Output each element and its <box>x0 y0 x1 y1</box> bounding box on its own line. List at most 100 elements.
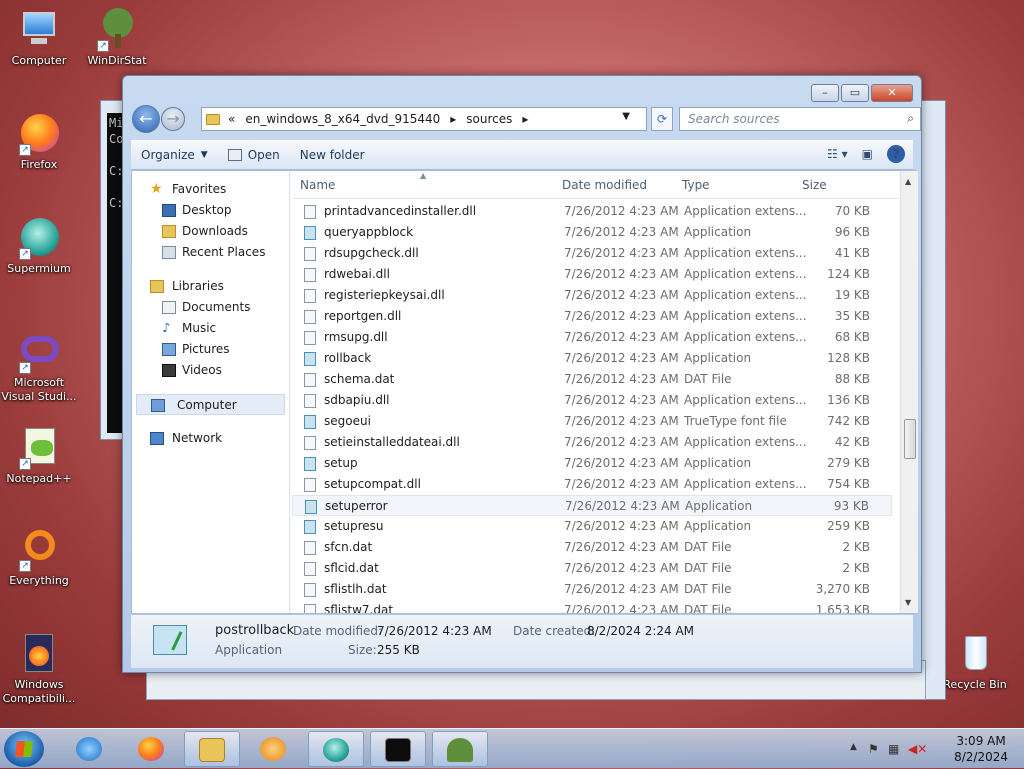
scroll-down-icon[interactable]: ▼ <box>905 598 911 607</box>
taskbar-ie[interactable] <box>62 731 118 767</box>
clock[interactable]: 3:09 AM 8/2/2024 <box>954 733 1008 765</box>
scroll-up-icon[interactable]: ▲ <box>905 177 911 186</box>
file-name: sflistlh.dat <box>324 582 387 596</box>
table-row[interactable]: setup 7/26/2012 4:23 AM Application 279 KB <box>292 453 892 474</box>
taskbar-supermium[interactable] <box>308 731 364 767</box>
nav-libraries[interactable]: Libraries <box>132 276 289 297</box>
column-header-size[interactable]: Size <box>802 178 827 192</box>
organize-button[interactable]: Organize ▼ <box>131 148 218 162</box>
minimize-button[interactable]: – <box>811 84 839 102</box>
file-size: 259 KB <box>827 519 870 533</box>
caption-buttons: – ▭ ✕ <box>809 84 913 102</box>
nav-music[interactable]: ♪ Music <box>132 318 289 339</box>
start-button[interactable] <box>4 731 44 767</box>
table-row[interactable]: printadvancedinstaller.dll 7/26/2012 4:23… <box>292 201 892 222</box>
file-type: Application extens... <box>684 477 807 491</box>
nav-desktop[interactable]: Desktop <box>132 200 289 221</box>
table-row[interactable]: sflistw7.dat 7/26/2012 4:23 AM DAT File 1,6… <box>292 600 892 613</box>
table-row[interactable]: sflistlh.dat 7/26/2012 4:23 AM DAT File 3,2… <box>292 579 892 600</box>
file-name: schema.dat <box>324 372 395 386</box>
desktop-icon-recycle-bin[interactable]: Recycle Bin <box>936 632 1014 692</box>
table-row[interactable]: queryappblock 7/26/2012 4:23 AM Applicatio… <box>292 222 892 243</box>
nav-videos[interactable]: Videos <box>132 360 289 381</box>
table-row[interactable]: segoeui 7/26/2012 4:23 AM TrueType font fi… <box>292 411 892 432</box>
help-icon[interactable]: ? <box>887 145 905 163</box>
close-button[interactable]: ✕ <box>871 84 913 102</box>
desktop-icon-computer[interactable]: Computer <box>0 8 78 68</box>
background-window-right[interactable] <box>918 100 946 700</box>
taskbar-firefox[interactable] <box>124 731 180 767</box>
nav-favorites[interactable]: ★ Favorites <box>132 179 289 200</box>
nav-recent-places[interactable]: Recent Places <box>132 242 289 263</box>
nav-computer[interactable]: Computer <box>136 394 285 415</box>
table-row[interactable]: rollback 7/26/2012 4:23 AM Application 128 … <box>292 348 892 369</box>
new-folder-button[interactable]: New folder <box>290 148 375 162</box>
table-row[interactable]: setupresu 7/26/2012 4:23 AM Application 259… <box>292 516 892 537</box>
table-row[interactable]: setupcompat.dll 7/26/2012 4:23 AM Applicat… <box>292 474 892 495</box>
desktop-icon-notepadpp[interactable]: ↗ Notepad++ <box>0 426 78 486</box>
taskbar-explorer[interactable] <box>184 731 240 767</box>
table-row[interactable]: reportgen.dll 7/26/2012 4:23 AM Applicatio… <box>292 306 892 327</box>
table-row[interactable]: schema.dat 7/26/2012 4:23 AM DAT File 88 KB <box>292 369 892 390</box>
table-row[interactable]: rmsupg.dll 7/26/2012 4:23 AM Application e… <box>292 327 892 348</box>
maximize-button[interactable]: ▭ <box>841 84 869 102</box>
explorer-window[interactable]: – ▭ ✕ ← → « en_windows_8_x64_dvd_915440 … <box>122 75 922 673</box>
table-row[interactable]: rdwebai.dll 7/26/2012 4:23 AM Application … <box>292 264 892 285</box>
search-icon[interactable]: ⌕ <box>907 111 914 126</box>
column-header-date[interactable]: Date modified <box>562 178 647 192</box>
show-hidden-icons-icon[interactable]: ▲ <box>850 742 857 752</box>
table-row[interactable]: registeriepkeysai.dll 7/26/2012 4:23 AM Ap… <box>292 285 892 306</box>
desktop-icon-windows-compat[interactable]: Windows Compatibili... <box>0 632 78 706</box>
breadcrumb-overflow[interactable]: « <box>228 112 235 126</box>
desktop-icon-supermium[interactable]: ↗ Supermium <box>0 216 78 276</box>
music-icon: ♪ <box>162 321 171 336</box>
desktop-icon-firefox[interactable]: ↗ Firefox <box>0 112 78 172</box>
file-icon <box>304 478 316 492</box>
network-status-icon[interactable]: ▦ <box>888 742 899 756</box>
nav-downloads[interactable]: Downloads <box>132 221 289 242</box>
view-options-icon[interactable]: ☷ ▾ <box>827 147 848 161</box>
open-button[interactable]: Open <box>218 148 290 162</box>
vertical-scrollbar[interactable]: ▲ ▼ <box>900 171 918 613</box>
breadcrumb-item-dvd[interactable]: en_windows_8_x64_dvd_915440 <box>245 112 440 126</box>
navigation-pane[interactable]: ★ Favorites Desktop Downloads Recent Plac… <box>132 171 290 613</box>
table-row[interactable]: rdsupgcheck.dll 7/26/2012 4:23 AM Applicat… <box>292 243 892 264</box>
breadcrumb-separator-icon[interactable]: ▸ <box>450 112 456 126</box>
breadcrumb-separator-icon[interactable]: ▸ <box>522 112 528 126</box>
volume-muted-icon[interactable]: ◀✕ <box>908 742 927 756</box>
nav-documents[interactable]: Documents <box>132 297 289 318</box>
taskbar-cmd[interactable] <box>370 731 426 767</box>
file-icon <box>304 436 316 450</box>
table-row[interactable]: setuperror 7/26/2012 4:23 AM Application 93… <box>292 495 892 516</box>
column-header-name[interactable]: Name <box>300 178 335 192</box>
file-icon <box>304 310 316 324</box>
nav-pictures[interactable]: Pictures <box>132 339 289 360</box>
file-size: 279 KB <box>827 456 870 470</box>
file-size: 2 KB <box>842 540 870 554</box>
search-input[interactable]: Search sources ⌕ <box>679 107 921 131</box>
table-row[interactable]: setieinstalleddateai.dll 7/26/2012 4:23 A… <box>292 432 892 453</box>
file-name: sflcid.dat <box>324 561 379 575</box>
network-icon <box>150 432 164 445</box>
breadcrumb-item-sources[interactable]: sources <box>466 112 512 126</box>
nav-network[interactable]: Network <box>132 428 289 449</box>
taskbar-media-player[interactable] <box>246 731 302 767</box>
table-row[interactable]: sdbapiu.dll 7/26/2012 4:23 AM Application … <box>292 390 892 411</box>
address-bar[interactable]: « en_windows_8_x64_dvd_915440 ▸ sources … <box>201 107 647 131</box>
action-center-flag-icon[interactable]: ⚑ <box>868 742 879 756</box>
back-button[interactable]: ← <box>132 105 160 133</box>
desktop-icon-windirstat[interactable]: ↗ WinDirStat <box>78 8 156 68</box>
desktop-icon-visual-studio[interactable]: ↗ Microsoft Visual Studi... <box>0 330 78 404</box>
preview-pane-icon[interactable]: ▣ <box>862 147 873 161</box>
file-name: sfcn.dat <box>324 540 373 554</box>
forward-button[interactable]: → <box>161 107 185 131</box>
address-dropdown-icon[interactable]: ▼ <box>622 111 630 122</box>
file-name: sflistw7.dat <box>324 603 394 613</box>
column-header-type[interactable]: Type <box>682 178 710 192</box>
table-row[interactable]: sfcn.dat 7/26/2012 4:23 AM DAT File 2 KB <box>292 537 892 558</box>
refresh-button[interactable]: ⟳ <box>651 107 673 131</box>
desktop-icon-everything[interactable]: ↗ Everything <box>0 528 78 588</box>
scroll-thumb[interactable] <box>904 419 916 459</box>
taskbar-windirstat[interactable] <box>432 731 488 767</box>
table-row[interactable]: sflcid.dat 7/26/2012 4:23 AM DAT File 2 KB <box>292 558 892 579</box>
